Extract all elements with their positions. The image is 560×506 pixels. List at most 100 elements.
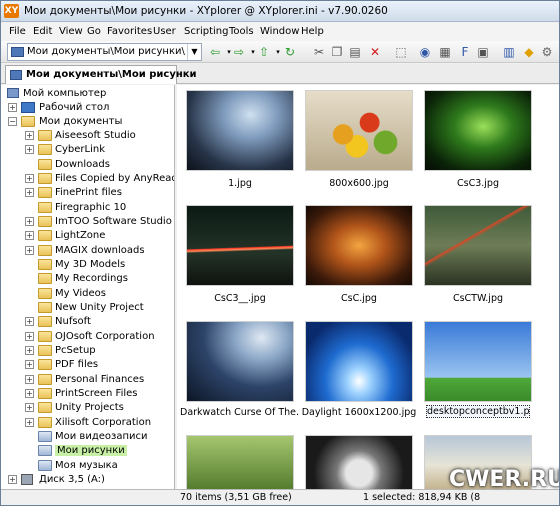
- tree-label: MAGIX downloads: [55, 244, 145, 256]
- delete-icon[interactable]: ✕: [367, 44, 383, 60]
- folder-icon: [38, 344, 52, 356]
- tree-label: Personal Finances: [55, 373, 145, 385]
- tree-item-folder[interactable]: Downloads: [1, 158, 174, 172]
- expand-icon[interactable]: +: [25, 331, 34, 341]
- thumbnail-image[interactable]: [186, 205, 294, 286]
- expand-icon[interactable]: +: [25, 216, 34, 226]
- expand-icon[interactable]: +: [8, 475, 17, 484]
- tree-item-folder[interactable]: Моя музыка: [1, 459, 174, 473]
- thumbnail-image[interactable]: [186, 435, 294, 489]
- expand-icon[interactable]: +: [25, 345, 34, 355]
- expand-icon[interactable]: +: [25, 388, 34, 398]
- tree-item-my-documents[interactable]: − Мои документы: [1, 115, 174, 129]
- thumbnail-image[interactable]: [305, 435, 413, 489]
- tree-item-folder[interactable]: Firegraphic 10: [1, 201, 174, 215]
- expand-icon[interactable]: +: [25, 403, 34, 413]
- expand-icon[interactable]: +: [25, 317, 34, 327]
- thumbnail-label[interactable]: 800x600.jpg: [299, 178, 419, 189]
- menu-go[interactable]: Go: [87, 26, 101, 37]
- tab-bar: Мои документы\Мои рисунки: [1, 64, 559, 84]
- expand-icon[interactable]: +: [25, 231, 34, 241]
- expand-icon[interactable]: +: [25, 360, 34, 370]
- thumbnail-image[interactable]: [424, 321, 532, 402]
- tree-label: PcSetup: [55, 344, 96, 356]
- tree-item-my-computer[interactable]: Мой компьютер: [1, 87, 174, 101]
- tree-item-folder[interactable]: New Unity Project: [1, 301, 174, 315]
- folder-icon: [38, 402, 52, 414]
- menu-tools[interactable]: Tools: [229, 26, 254, 37]
- expand-icon[interactable]: +: [25, 131, 34, 140]
- tab-my-pictures[interactable]: Мои документы\Мои рисунки: [5, 65, 197, 84]
- expand-icon[interactable]: +: [25, 188, 34, 198]
- thumbnail-image[interactable]: [305, 205, 413, 286]
- thumbnail-image[interactable]: [186, 90, 294, 171]
- expand-icon[interactable]: +: [8, 103, 17, 112]
- expand-icon[interactable]: +: [25, 173, 34, 183]
- tree-item-folder[interactable]: + Aiseesoft Studio: [1, 129, 174, 143]
- tree-item-floppy[interactable]: + Диск 3,5 (A:): [1, 473, 174, 487]
- thumbnail-label[interactable]: CsCTW.jpg: [418, 293, 538, 304]
- menu-scripting[interactable]: Scripting: [184, 26, 228, 37]
- menu-user[interactable]: User: [153, 26, 176, 37]
- panel-icon[interactable]: ▣: [475, 44, 491, 60]
- chevron-down-icon[interactable]: ▼: [187, 44, 201, 60]
- menu-file[interactable]: File: [9, 26, 26, 37]
- tree-item-folder[interactable]: Мои видеозаписи: [1, 430, 174, 444]
- expand-icon[interactable]: +: [25, 417, 34, 427]
- tree-item-folder[interactable]: My 3D Models: [1, 258, 174, 272]
- menu-edit[interactable]: Edit: [33, 26, 52, 37]
- menu-favorites[interactable]: Favorites: [107, 26, 152, 37]
- tree-item-folder[interactable]: + LightZone: [1, 229, 174, 243]
- collapse-icon[interactable]: −: [8, 117, 17, 126]
- thumbnail-image[interactable]: [424, 90, 532, 171]
- preview-icon[interactable]: ▦: [437, 44, 453, 60]
- tree-item-folder[interactable]: + Unity Projects: [1, 401, 174, 415]
- folder-icon: [38, 258, 52, 270]
- refresh-icon[interactable]: ↻: [282, 44, 298, 60]
- thumbnail-label[interactable]: Daylight 1600x1200.jpg: [299, 407, 419, 418]
- tree-item-folder[interactable]: + ImTOO Software Studio: [1, 215, 174, 229]
- tree-icon[interactable]: F: [457, 44, 473, 60]
- tree-item-folder[interactable]: + Files Copied by AnyReade: [1, 172, 174, 186]
- menu-window[interactable]: Window: [260, 26, 299, 37]
- find-icon[interactable]: ◉: [417, 44, 433, 60]
- tags-icon[interactable]: ◆: [521, 44, 537, 60]
- thumbnail-label[interactable]: Darkwatch Curse Of The...: [180, 407, 300, 418]
- thumbnail-image[interactable]: [305, 321, 413, 402]
- menu-view[interactable]: View: [59, 26, 83, 37]
- tree-item-folder[interactable]: + CyberLink: [1, 143, 174, 157]
- paste-icon[interactable]: ▤: [347, 44, 363, 60]
- expand-icon[interactable]: +: [25, 145, 34, 155]
- tree-item-folder[interactable]: + OJOsoft Corporation: [1, 330, 174, 344]
- settings-icon[interactable]: ⚙: [539, 44, 555, 60]
- tree-item-folder[interactable]: + PcSetup: [1, 344, 174, 358]
- select-icon[interactable]: ⬚: [393, 44, 409, 60]
- address-bar[interactable]: Мои документы\Мои рисунки\ ▼: [7, 43, 202, 61]
- catalog-icon[interactable]: ▥: [501, 44, 517, 60]
- thumbnail-label-selected[interactable]: desktopconceptbv1.png: [426, 405, 530, 418]
- thumbnail-image[interactable]: [424, 205, 532, 286]
- tree-item-folder[interactable]: + FinePrint files: [1, 186, 174, 200]
- tree-item-folder[interactable]: Мои рисунки: [1, 444, 174, 458]
- expand-icon[interactable]: +: [25, 245, 34, 255]
- tree-item-folder[interactable]: + Xilisoft Corporation: [1, 416, 174, 430]
- tree-item-folder[interactable]: + PrintScreen Files: [1, 387, 174, 401]
- cut-icon[interactable]: ✂: [311, 44, 327, 60]
- thumbnail-image[interactable]: [186, 321, 294, 402]
- thumbnail-label[interactable]: CsC3__.jpg: [180, 293, 300, 304]
- thumbnail-label[interactable]: 1.jpg: [180, 178, 300, 189]
- copy-icon[interactable]: ❐: [329, 44, 345, 60]
- tree-item-desktop[interactable]: + Рабочий стол: [1, 101, 174, 115]
- tree-item-folder[interactable]: + MAGIX downloads: [1, 244, 174, 258]
- tree-item-folder[interactable]: + Nufsoft: [1, 315, 174, 329]
- tree-item-folder[interactable]: + PDF files: [1, 358, 174, 372]
- thumbnail-label[interactable]: CsC.jpg: [299, 293, 419, 304]
- thumbnail-image[interactable]: [305, 90, 413, 171]
- tree-item-folder[interactable]: + Personal Finances: [1, 373, 174, 387]
- tree-item-folder[interactable]: My Videos: [1, 287, 174, 301]
- thumbnail-label[interactable]: CsC3.jpg: [418, 178, 538, 189]
- menu-help[interactable]: Help: [301, 26, 324, 37]
- folder-icon: [38, 459, 52, 471]
- expand-icon[interactable]: +: [25, 374, 34, 384]
- tree-item-folder[interactable]: My Recordings: [1, 272, 174, 286]
